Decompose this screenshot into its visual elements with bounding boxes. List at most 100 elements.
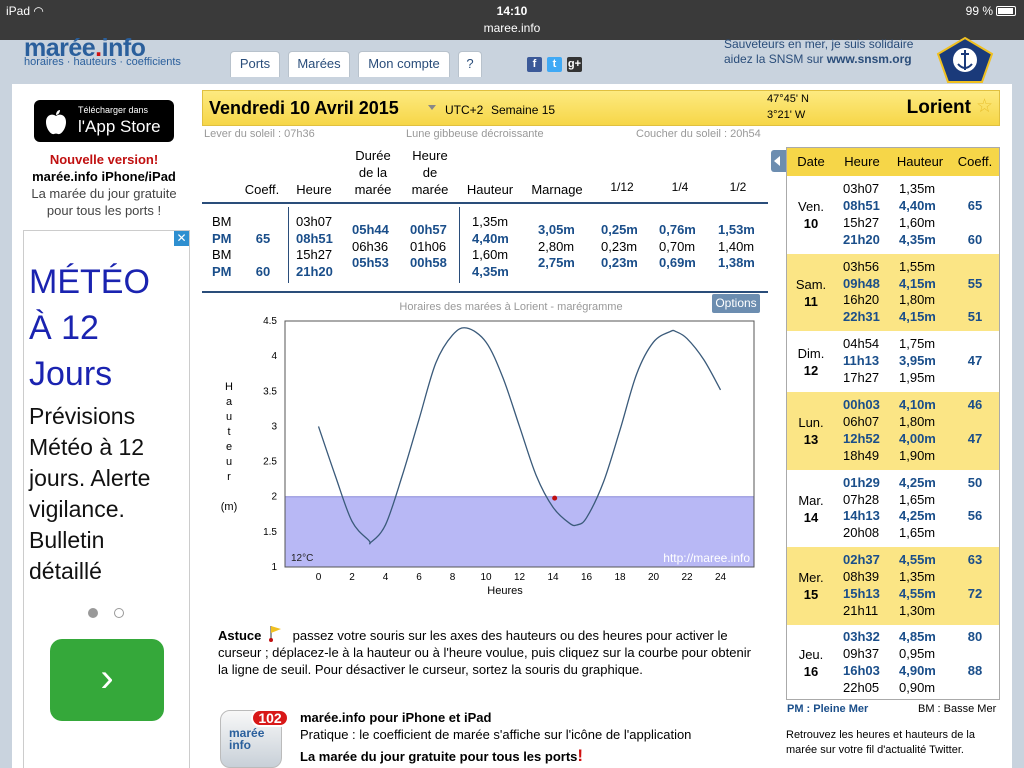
port-name: Lorient: [906, 97, 971, 118]
day-col-coeffs: 46 47: [967, 397, 983, 446]
col-coeff: 65 60: [255, 230, 271, 279]
left-column: Télécharger dans l'App Store Nouvelle ve…: [12, 80, 196, 768]
col-header-hauteur[interactable]: Hauteur: [889, 148, 951, 176]
day-col-coeffs: 50 56: [967, 474, 983, 524]
star-icon[interactable]: ☆: [976, 95, 993, 118]
new-version: Nouvelle version!: [49, 152, 159, 167]
tide-chart[interactable]: Horaires des marées à Lorient - marégram…: [205, 294, 768, 602]
day-block: Sam. 11 03h56 09h48 16h20 22h31 1,55m 4,15m 1,80…: [787, 254, 999, 331]
tab-mon-compte[interactable]: Mon compte: [358, 51, 450, 77]
tab-marees[interactable]: Marées: [288, 51, 350, 77]
y-tick-label: 3.5: [263, 386, 277, 397]
divider: [288, 207, 289, 283]
col-header-date[interactable]: Date: [787, 148, 835, 176]
day-col-coeffs: 55 51: [967, 275, 983, 325]
day-col-hauteurs: 4,25m 1,65m 4,25m 1,65m: [899, 474, 936, 541]
pager-dot[interactable]: [114, 608, 124, 618]
app-store-button[interactable]: Télécharger dans l'App Store: [34, 100, 174, 142]
snsm-link[interactable]: www.snsm.org: [827, 52, 912, 66]
day-block: Lun. 13 00h03 06h07 12h52 18h49 4,10m 1,80m 4,00…: [787, 392, 999, 470]
date-bar: Vendredi 10 Avril 2015 UTC+2 Semaine 15 …: [202, 90, 1000, 126]
day-col-coeffs: 63 72: [967, 552, 983, 601]
timezone: UTC+2: [445, 103, 484, 117]
battery-level: 99 %: [965, 4, 993, 18]
watermark: http://maree.info: [663, 551, 750, 565]
moon-phase: Lune gibbeuse décroissante: [406, 128, 544, 140]
y-tick-label: 1: [271, 562, 277, 573]
divider: [459, 207, 460, 283]
col-heure-maree: 00h57 01h06 00h58: [410, 222, 447, 270]
day-col-coeffs: 47: [967, 353, 983, 369]
x-tick-label: 8: [450, 572, 456, 583]
page-title: Vendredi 10 Avril 2015: [209, 98, 399, 118]
x-tick-label: 10: [480, 572, 492, 583]
close-icon[interactable]: ✕: [174, 231, 189, 246]
apple-icon: [46, 110, 66, 135]
y-axis-letter: H: [225, 381, 233, 393]
tab-ports[interactable]: Ports: [230, 51, 280, 77]
col-duree: 05h44 06h36 05h53: [352, 222, 389, 270]
x-tick-label: 6: [416, 572, 422, 583]
new-version-sub: marée.info iPhone/iPad: [32, 169, 176, 184]
day-block: Mar. 14 01h29 07h28 14h13 20h08 4,25m 1,65m 4,25…: [787, 470, 999, 547]
day-block: Mer. 15 02h37 08h39 15h13 21h11 4,55m 1,35m 4,55…: [787, 547, 999, 625]
app-icon[interactable]: marée info 102: [220, 709, 289, 768]
chevron-down-icon[interactable]: [428, 105, 436, 110]
divider: [202, 202, 768, 204]
cursor-point: [552, 495, 558, 501]
battery-icon: [996, 6, 1016, 16]
day-block: Dim. 12 04h54 11h13 17h27 1,75m 3,95m 1,95m 47: [787, 331, 999, 392]
x-tick-label: 22: [681, 572, 693, 583]
address-url[interactable]: maree.info: [0, 21, 1024, 35]
facebook-icon[interactable]: f: [527, 57, 542, 72]
week-table: Date Heure Hauteur Coeff. Ven. 10 03h07 08h…: [786, 147, 1000, 700]
y-tick-label: 2: [271, 492, 277, 503]
week-number: Semaine 15: [491, 103, 556, 117]
ad-headline: MÉTÉO À 12 Jours: [29, 263, 150, 393]
day-col-heures: 03h32 09h37 16h03 22h05: [843, 629, 880, 695]
clock: 14:10: [496, 4, 528, 18]
x-tick-label: 18: [614, 572, 626, 583]
ad-pager[interactable]: [88, 605, 140, 623]
day-col-hauteurs: 1,75m 3,95m 1,95m: [899, 336, 936, 385]
day-label: Jeu. 16: [798, 647, 824, 679]
ad-banner[interactable]: ✕ MÉTÉO À 12 Jours Prévisions Météo à 12…: [23, 230, 190, 768]
pager-dot[interactable]: [88, 608, 98, 618]
y-axis-letter: u: [226, 411, 232, 423]
x-tick-label: 4: [383, 572, 389, 583]
sunrise: Lever du soleil : 07h36: [204, 128, 315, 140]
day-col-heures: 00h03 06h07 12h52 18h49: [843, 397, 880, 463]
tide-table: Coeff. Heure Durée de la marée Heure de maré…: [202, 145, 768, 295]
latitude: 47°45' N: [767, 93, 809, 105]
logo-subtitle: horaires · hauteurs · coefficients: [24, 56, 181, 68]
legend-bm: BM : Basse Mer: [918, 703, 997, 715]
google-plus-icon[interactable]: g+: [567, 57, 582, 72]
collapse-arrow-icon[interactable]: [771, 150, 786, 172]
y-tick-label: 4: [271, 351, 277, 362]
y-axis-letter: u: [226, 456, 232, 468]
y-axis-label: Hauteur: [225, 381, 233, 483]
col-header-heure[interactable]: Heure: [835, 148, 889, 176]
day-label: Dim. 12: [797, 345, 825, 378]
col-header-coeff[interactable]: Coeff.: [951, 148, 999, 176]
x-tick-label: 12: [514, 572, 526, 583]
y-tick-label: 1.5: [263, 527, 277, 538]
snsm-badge-icon[interactable]: [930, 36, 1000, 84]
day-col-heures: 03h56 09h48 16h20 22h31: [843, 258, 880, 325]
day-label: Ven. 10: [797, 199, 825, 231]
x-tick-label: 2: [349, 572, 355, 583]
day-label: Sam. 11: [795, 276, 827, 309]
ad-go-button[interactable]: ›: [50, 639, 164, 721]
col-demi: 1,53m 1,40m 1,38m: [718, 222, 755, 270]
legend-pm: PM : Pleine Mer: [787, 703, 869, 715]
tab-help[interactable]: ?: [458, 51, 482, 77]
day-block: Jeu. 16 03h32 09h37 16h03 22h05 4,85m 0,95m 4,90…: [787, 625, 999, 701]
app-promo[interactable]: marée info 102 marée.info pour iPhone et …: [218, 706, 778, 768]
temperature-label: 12°C: [291, 553, 313, 564]
ad-body: Prévisions Météo à 12 jours. Alerte vigi…: [29, 403, 151, 584]
twitter-icon[interactable]: t: [547, 57, 562, 72]
col-hauteur: 1,35m 4,40m 1,60m 4,35m: [472, 214, 509, 279]
day-col-heures: 04h54 11h13 17h27: [843, 336, 880, 385]
col-quart: 0,76m 0,70m 0,69m: [659, 222, 696, 270]
day-col-heures: 03h07 08h51 15h27 21h20: [843, 181, 880, 247]
